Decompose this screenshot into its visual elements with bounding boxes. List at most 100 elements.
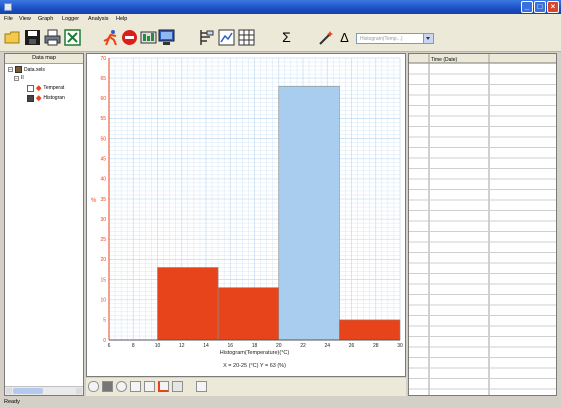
scroll-right-icon[interactable]: [76, 388, 82, 394]
x-tick-label: 24: [324, 343, 330, 349]
zoom-out-icon[interactable]: [144, 381, 155, 392]
graph-toolbar: [86, 378, 406, 396]
y-axis-label: %: [91, 198, 97, 204]
y-tick-label: 60: [100, 96, 106, 102]
graph-selector-value: Histogram(Temp...): [360, 36, 403, 42]
menu-view[interactable]: View: [19, 16, 31, 22]
data-map-panel: Data map − Data.xels − II ◆ Temperat ◆ H…: [4, 53, 84, 396]
table-view-icon[interactable]: [198, 29, 215, 46]
data-map-header: Data map: [5, 54, 83, 64]
diamond-icon: ◆: [36, 95, 42, 102]
collapse-icon[interactable]: −: [8, 67, 13, 73]
window-controls: _ □ ×: [521, 1, 559, 13]
y-tick-label: 70: [100, 56, 106, 62]
y-tick-label: 40: [100, 177, 106, 183]
histogram-icon: [27, 94, 34, 102]
close-button[interactable]: ×: [547, 1, 559, 13]
tree-item-root[interactable]: − Data.xels: [8, 66, 45, 73]
monitor-icon[interactable]: [158, 29, 175, 46]
tree-item-label: Temperat: [43, 85, 65, 91]
minimize-button[interactable]: _: [521, 1, 533, 13]
histogram-bar: [217, 287, 280, 341]
y-tick-label: 25: [100, 237, 106, 243]
x-tick-label: 16: [227, 343, 233, 349]
horizontal-scrollbar[interactable]: [5, 386, 83, 395]
grid-view-icon[interactable]: [238, 29, 255, 46]
menu-logger[interactable]: Logger: [62, 16, 79, 22]
tree-item-histogram[interactable]: ◆ Histogran: [27, 94, 65, 102]
maximize-button[interactable]: □: [534, 1, 546, 13]
data-table-panel[interactable]: Time (Date): [408, 53, 557, 396]
sigma-icon[interactable]: Σ: [278, 29, 295, 46]
title-bar: _ □ ×: [0, 0, 561, 14]
save-icon[interactable]: [24, 29, 41, 46]
data-table: Time (Date): [409, 54, 556, 395]
chat-icon[interactable]: [88, 381, 99, 392]
stop-icon[interactable]: [121, 29, 138, 46]
histogram-bar: [339, 319, 401, 341]
histogram-bar: [157, 267, 219, 341]
tree-item-temperature[interactable]: ◆ Temperat: [27, 84, 64, 92]
main-toolbar: Σ Δ Histogram(Temp...): [0, 25, 561, 52]
y-tick-label: 45: [100, 157, 106, 163]
graph-view-icon[interactable]: [218, 29, 235, 46]
collapse-icon[interactable]: −: [14, 75, 19, 81]
menu-graph[interactable]: Graph: [38, 16, 53, 22]
x-tick-label: 20: [276, 343, 282, 349]
x-tick-label: 8: [132, 343, 135, 349]
x-tick-label: 28: [373, 343, 379, 349]
x-tick-label: 18: [252, 343, 258, 349]
delta-icon[interactable]: Δ: [336, 29, 353, 46]
x-tick-label: 12: [179, 343, 185, 349]
y-tick-label: 65: [100, 76, 106, 82]
open-folder-icon[interactable]: [4, 29, 21, 46]
x-tick-label: 22: [300, 343, 306, 349]
chevron-down-icon[interactable]: [423, 34, 433, 43]
x-tick-label: 6: [108, 343, 111, 349]
tree-item-label: Histogran: [43, 95, 65, 101]
tree-item-node[interactable]: − II: [14, 75, 24, 81]
x-tick-label: 30: [397, 343, 403, 349]
y-tick-label: 20: [100, 257, 106, 263]
y-tick-label: 55: [100, 116, 106, 122]
cursor-icon[interactable]: [172, 381, 183, 392]
wand-icon[interactable]: [318, 29, 335, 46]
histogram-graph-panel[interactable]: 0 5 10 15 20 25 30 35 40 45 50 55 60 65 70 6 8 10 12 14 16 18…: [86, 53, 406, 377]
tree-node-label: II: [21, 75, 24, 81]
export-excel-icon[interactable]: [64, 29, 81, 46]
x-tick-label: 26: [349, 343, 355, 349]
menu-analysis[interactable]: Analysis: [88, 16, 108, 22]
meter-icon[interactable]: [140, 29, 157, 46]
file-icon: [15, 66, 22, 73]
zoom-icon[interactable]: [116, 381, 127, 392]
histogram-bar: [278, 85, 340, 341]
menu-file[interactable]: File: [4, 16, 13, 22]
axes-icon[interactable]: [158, 381, 169, 392]
graph-selector-dropdown[interactable]: Histogram(Temp...): [356, 33, 434, 44]
menu-bar: File View Graph Logger Analysis Help: [0, 14, 561, 25]
print-icon[interactable]: [44, 29, 61, 46]
zoom-fit-icon[interactable]: [130, 381, 141, 392]
hand-icon[interactable]: [196, 381, 207, 392]
table-header-time: Time (Date): [431, 57, 458, 63]
histogram-chart: 0 5 10 15 20 25 30 35 40 45 50 55 60 65 70 6 8 10 12 14 16 18…: [91, 56, 403, 369]
x-tick-label: 14: [203, 343, 209, 349]
run-icon[interactable]: [102, 29, 119, 46]
camera-icon[interactable]: [102, 381, 113, 392]
y-tick-label: 50: [100, 136, 106, 142]
x-axis-label: Histogram(Temperature)(°C): [220, 350, 290, 356]
y-tick-label: 30: [100, 217, 106, 223]
menu-help[interactable]: Help: [116, 16, 127, 22]
scroll-left-icon[interactable]: [6, 388, 12, 394]
y-tick-label: 10: [100, 298, 106, 304]
checkbox-icon[interactable]: [27, 84, 34, 92]
x-tick-label: 10: [155, 343, 161, 349]
y-tick-label: 15: [100, 277, 106, 283]
cursor-readout: X = 20-25 (°C) Y = 63 (%): [223, 363, 286, 369]
y-tick-label: 5: [103, 318, 106, 324]
diamond-icon: ◆: [36, 85, 42, 92]
scroll-thumb[interactable]: [13, 388, 43, 394]
y-tick-label: 0: [103, 338, 106, 344]
y-tick-label: 35: [100, 197, 106, 203]
tree-root-label: Data.xels: [24, 66, 45, 73]
